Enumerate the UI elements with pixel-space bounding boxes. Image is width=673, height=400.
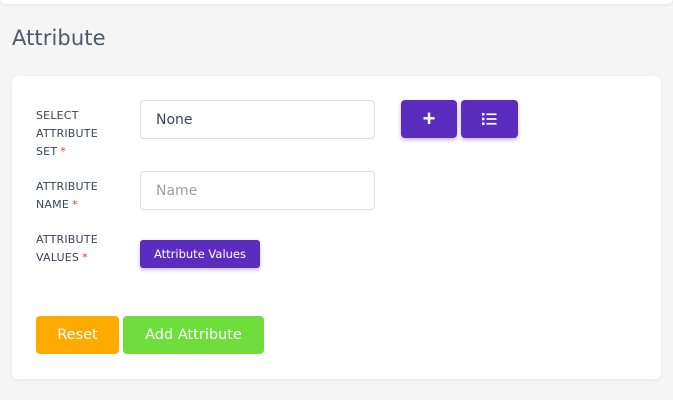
list-icon <box>482 113 497 125</box>
attribute-values-label-text: ATTRIBUTE VALUES <box>36 233 98 264</box>
required-marker: * <box>82 251 88 264</box>
required-marker: * <box>60 145 66 158</box>
reset-button[interactable]: Reset <box>36 316 119 354</box>
add-attribute-button[interactable]: Add Attribute <box>123 316 264 354</box>
previous-card <box>0 0 673 4</box>
attribute-name-input[interactable] <box>140 171 375 210</box>
attribute-name-label: ATTRIBUTE NAME * <box>36 178 98 214</box>
list-attribute-sets-button[interactable] <box>461 100 518 138</box>
attribute-set-label: SELECT ATTRIBUTE SET * <box>36 107 98 161</box>
attribute-form-card: SELECT ATTRIBUTE SET* + ATTRIBUTE NAME* … <box>12 76 661 379</box>
attribute-set-select[interactable] <box>140 100 375 139</box>
required-marker: * <box>72 198 78 211</box>
attribute-values-label: ATTRIBUTE VALUES * <box>36 231 98 267</box>
attribute-set-label-text: SELECT ATTRIBUTE SET <box>36 109 98 158</box>
attribute-values-button[interactable]: Attribute Values <box>140 240 260 268</box>
attribute-name-label-text: ATTRIBUTE NAME <box>36 180 98 211</box>
add-attribute-set-button[interactable]: + <box>401 100 457 138</box>
plus-icon: + <box>422 106 436 131</box>
page-title: Attribute <box>12 26 106 50</box>
